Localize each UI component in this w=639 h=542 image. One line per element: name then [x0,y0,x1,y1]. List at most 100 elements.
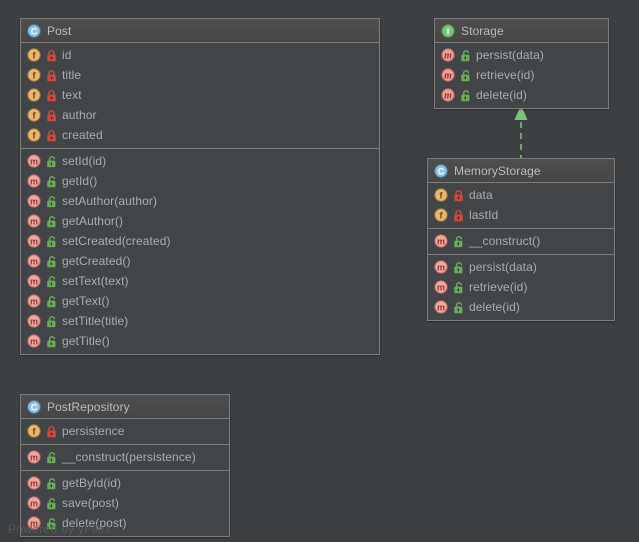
uml-class-node-storage[interactable]: I Storage m persist(data) m retrieve(id) m dele… [434,18,609,109]
member-row[interactable]: m getTitle() [21,331,379,351]
member-row[interactable]: m persist(data) [435,45,608,65]
node-section: m __construct(persistence) [21,444,229,470]
private-lock-icon [46,129,57,142]
node-header-storage[interactable]: I Storage [435,19,608,43]
field-icon: f [27,128,41,142]
member-row[interactable]: f lastId [428,205,614,225]
field-icon: f [27,68,41,82]
member-row[interactable]: m setCreated(created) [21,231,379,251]
member-row[interactable]: m persist(data) [428,257,614,277]
member-row[interactable]: m setTitle(title) [21,311,379,331]
member-label: lastId [469,208,499,222]
member-label: title [62,68,82,82]
member-row[interactable]: m getId() [21,171,379,191]
public-lock-icon [46,451,57,464]
method-icon: m [27,154,41,168]
member-row[interactable]: f persistence [21,421,229,441]
member-row[interactable]: m delete(id) [428,297,614,317]
member-row[interactable]: m retrieve(id) [428,277,614,297]
member-label: setTitle(title) [62,314,129,328]
abstract-method-icon: m [441,68,455,82]
member-label: retrieve(id) [476,68,535,82]
member-row[interactable]: m retrieve(id) [435,65,608,85]
private-lock-icon [46,109,57,122]
class-icon: C [27,399,41,414]
member-row[interactable]: m setId(id) [21,151,379,171]
svg-text:m: m [437,302,445,312]
member-row[interactable]: m getText() [21,291,379,311]
member-row[interactable]: f text [21,85,379,105]
yfiles-watermark: Powered by yFiles [8,522,112,536]
abstract-method-icon: m [441,88,455,102]
member-row[interactable]: f data [428,185,614,205]
uml-diagram-canvas: C Post f id f title f text f author f created m setId… [0,0,639,542]
method-icon: m [434,280,448,294]
method-icon: m [434,300,448,314]
member-row[interactable]: m save(post) [21,493,229,513]
member-label: persistence [62,424,125,438]
svg-text:m: m [30,196,38,206]
member-row[interactable]: m setAuthor(author) [21,191,379,211]
svg-text:m: m [30,296,38,306]
node-section: f persistence [21,419,229,444]
node-section: m __construct() [428,228,614,254]
svg-text:m: m [30,176,38,186]
svg-text:m: m [30,276,38,286]
method-icon: m [434,234,448,248]
uml-class-node-memorystorage[interactable]: C MemoryStorage f data f lastId m __construct()… [427,158,615,321]
svg-text:m: m [437,282,445,292]
member-label: id [62,48,72,62]
member-label: save(post) [62,496,120,510]
member-label: __construct(persistence) [62,450,196,464]
public-lock-icon [46,497,57,510]
field-icon: f [434,188,448,202]
member-label: getById(id) [62,476,122,490]
member-row[interactable]: f author [21,105,379,125]
member-row[interactable]: f created [21,125,379,145]
public-lock-icon [46,255,57,268]
member-label: author [62,108,97,122]
public-lock-icon [460,69,471,82]
member-row[interactable]: m getAuthor() [21,211,379,231]
member-label: data [469,188,493,202]
method-icon: m [27,314,41,328]
realization-edge-memorystorage-storage[interactable] [505,103,541,163]
public-lock-icon [460,89,471,102]
node-header-memorystorage[interactable]: C MemoryStorage [428,159,614,183]
node-section: m persist(data) m retrieve(id) m delete(id) [435,43,608,108]
member-label: getAuthor() [62,214,124,228]
node-title-postrepository: PostRepository [47,399,130,414]
field-icon: f [434,208,448,222]
member-row[interactable]: m __construct(persistence) [21,447,229,467]
field-icon: f [27,108,41,122]
svg-text:I: I [447,26,450,36]
member-row[interactable]: m __construct() [428,231,614,251]
method-icon: m [27,294,41,308]
member-label: setAuthor(author) [62,194,158,208]
member-row[interactable]: m setText(text) [21,271,379,291]
node-header-post[interactable]: C Post [21,19,379,43]
member-row[interactable]: m getCreated() [21,251,379,271]
member-label: persist(data) [469,260,537,274]
member-row[interactable]: m getById(id) [21,473,229,493]
member-row[interactable]: f id [21,45,379,65]
svg-text:m: m [437,236,445,246]
svg-text:m: m [30,498,38,508]
uml-class-node-post[interactable]: C Post f id f title f text f author f created m setId… [20,18,380,355]
member-row[interactable]: m delete(id) [435,85,608,105]
method-icon: m [27,174,41,188]
node-header-postrepository[interactable]: C PostRepository [21,395,229,419]
member-row[interactable]: f title [21,65,379,85]
member-label: delete(id) [469,300,521,314]
member-label: getTitle() [62,334,110,348]
public-lock-icon [46,315,57,328]
private-lock-icon [46,89,57,102]
svg-text:m: m [30,336,38,346]
public-lock-icon [46,155,57,168]
member-label: persist(data) [476,48,544,62]
public-lock-icon [46,295,57,308]
method-icon: m [27,214,41,228]
uml-class-node-postrepository[interactable]: C PostRepository f persistence m __construct(… [20,394,230,537]
public-lock-icon [46,335,57,348]
public-lock-icon [453,235,464,248]
